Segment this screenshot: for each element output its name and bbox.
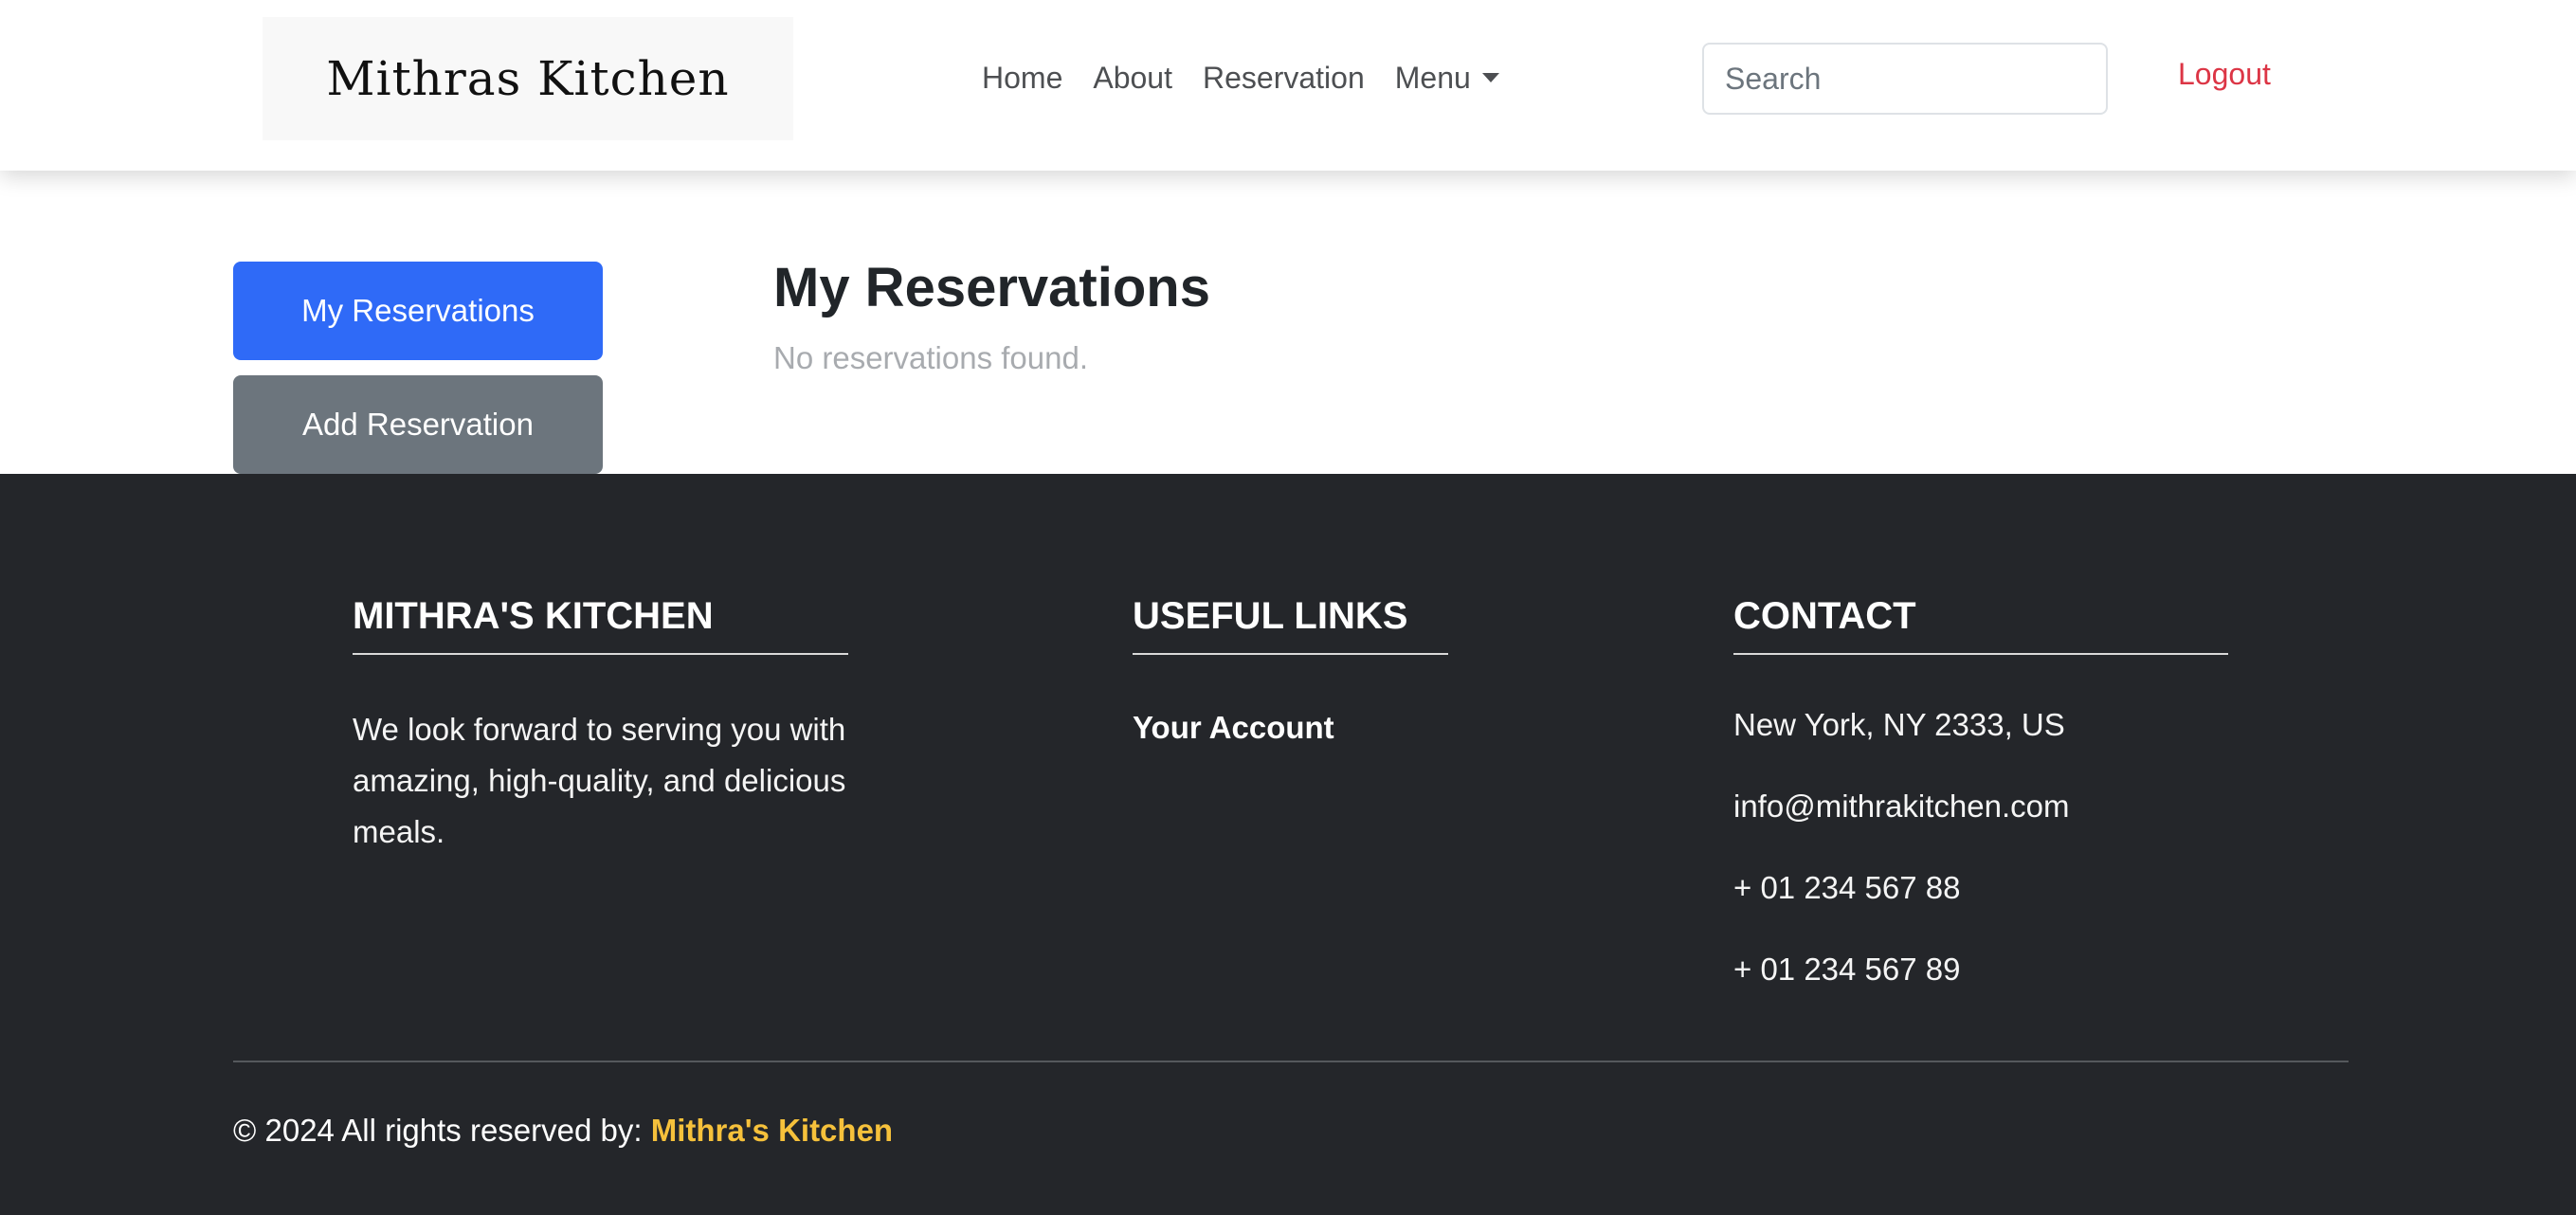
contact-phone-1: + 01 234 567 88 — [1733, 870, 1961, 905]
footer-about-heading: MITHRA'S KITCHEN — [353, 595, 848, 655]
sidebar: My Reservations Add Reservation — [233, 262, 603, 474]
top-navbar: Mithras Kitchen Home About Reservation M… — [0, 0, 2576, 171]
contact-phone-2: + 01 234 567 89 — [1733, 952, 1961, 987]
my-reservations-button[interactable]: My Reservations — [233, 262, 603, 360]
search-input[interactable] — [1702, 43, 2108, 115]
footer-contact-heading: CONTACT — [1733, 595, 2228, 655]
add-reservation-button[interactable]: Add Reservation — [233, 375, 603, 474]
brand-logo[interactable]: Mithras Kitchen — [263, 17, 793, 140]
nav-link-reservation[interactable]: Reservation — [1188, 61, 1380, 96]
main-content: My Reservations No reservations found. — [773, 256, 1210, 376]
contact-address: New York, NY 2333, US — [1733, 707, 2065, 742]
copyright-brand-link[interactable]: Mithra's Kitchen — [651, 1113, 893, 1148]
page-title: My Reservations — [773, 257, 1210, 318]
footer-links-heading: USEFUL LINKS — [1133, 595, 1448, 655]
footer-link-your-account[interactable]: Your Account — [1133, 710, 1448, 746]
logout-link[interactable]: Logout — [2178, 57, 2271, 92]
nav-link-about[interactable]: About — [1078, 61, 1188, 96]
contact-list: New York, NY 2333, US info@mithrakitchen… — [1733, 707, 2228, 1033]
nav-menu-label: Menu — [1394, 61, 1471, 95]
contact-email: info@mithrakitchen.com — [1733, 789, 2070, 824]
empty-state-message: No reservations found. — [773, 340, 1089, 375]
footer-divider — [233, 1061, 2349, 1062]
footer-about-text: We look forward to serving you with amaz… — [353, 712, 846, 849]
nav-link-home[interactable]: Home — [967, 61, 1078, 96]
caret-down-icon — [1481, 72, 1499, 82]
footer-contact-column: CONTACT New York, NY 2333, US info@mithr… — [1733, 595, 2228, 1033]
footer: MITHRA'S KITCHEN We look forward to serv… — [0, 474, 2576, 1215]
copyright-text: © 2024 All rights reserved by: — [233, 1113, 643, 1148]
brand-logo-text: Mithras Kitchen — [326, 51, 730, 106]
footer-about-column: MITHRA'S KITCHEN We look forward to serv… — [353, 595, 848, 858]
nav-dropdown-menu[interactable]: Menu — [1380, 61, 1515, 96]
copyright: © 2024 All rights reserved by: Mithra's … — [233, 1113, 893, 1149]
footer-links-column: USEFUL LINKS Your Account — [1133, 595, 1448, 746]
main-nav: Home About Reservation Menu — [967, 0, 1515, 156]
